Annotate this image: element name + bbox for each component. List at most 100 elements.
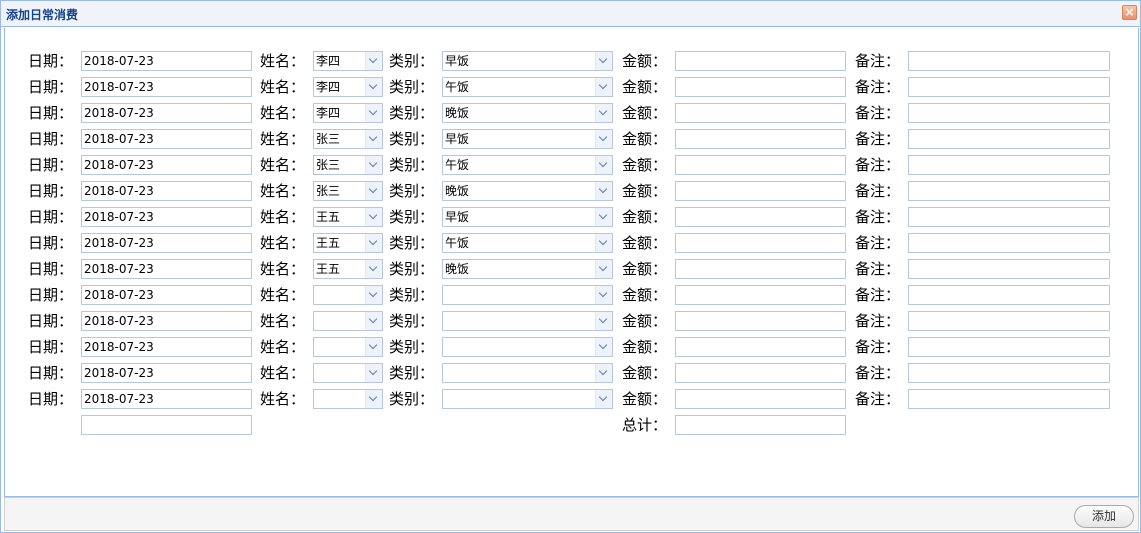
amount-field[interactable] [675, 51, 846, 71]
date-field[interactable]: 2018-07-23 [81, 103, 252, 123]
chevron-down-icon[interactable] [365, 78, 382, 96]
note-field[interactable] [908, 233, 1110, 253]
date-field[interactable]: 2018-07-23 [81, 363, 252, 383]
amount-field[interactable] [675, 285, 846, 305]
category-select[interactable]: 午饭 [442, 155, 613, 175]
date-field[interactable]: 2018-07-23 [81, 181, 252, 201]
name-select[interactable]: 李四 [313, 77, 383, 97]
chevron-down-icon[interactable] [595, 338, 612, 356]
chevron-down-icon[interactable] [365, 338, 382, 356]
category-select[interactable] [442, 389, 613, 409]
date-field[interactable]: 2018-07-23 [81, 389, 252, 409]
chevron-down-icon[interactable] [365, 208, 382, 226]
chevron-down-icon[interactable] [595, 390, 612, 408]
note-field[interactable] [908, 51, 1110, 71]
chevron-down-icon[interactable] [595, 364, 612, 382]
chevron-down-icon[interactable] [595, 156, 612, 174]
category-select[interactable]: 午饭 [442, 233, 613, 253]
chevron-down-icon[interactable] [365, 364, 382, 382]
chevron-down-icon[interactable] [595, 52, 612, 70]
chevron-down-icon[interactable] [365, 182, 382, 200]
note-field[interactable] [908, 103, 1110, 123]
chevron-down-icon[interactable] [365, 130, 382, 148]
chevron-down-icon[interactable] [595, 208, 612, 226]
amount-field[interactable] [675, 389, 846, 409]
amount-field[interactable] [675, 207, 846, 227]
category-select[interactable] [442, 311, 613, 331]
chevron-down-icon[interactable] [595, 312, 612, 330]
name-select[interactable] [313, 285, 383, 305]
chevron-down-icon[interactable] [365, 156, 382, 174]
amount-field[interactable] [675, 155, 846, 175]
date-field[interactable]: 2018-07-23 [81, 285, 252, 305]
note-field[interactable] [908, 77, 1110, 97]
category-select[interactable] [442, 337, 613, 357]
chevron-down-icon[interactable] [595, 78, 612, 96]
note-field[interactable] [908, 129, 1110, 149]
chevron-down-icon[interactable] [595, 234, 612, 252]
note-field[interactable] [908, 155, 1110, 175]
amount-field[interactable] [675, 259, 846, 279]
category-select[interactable]: 早饭 [442, 129, 613, 149]
chevron-down-icon[interactable] [595, 182, 612, 200]
chevron-down-icon[interactable] [365, 260, 382, 278]
amount-field[interactable] [675, 337, 846, 357]
chevron-down-icon[interactable] [365, 312, 382, 330]
note-field[interactable] [908, 285, 1110, 305]
name-select[interactable] [313, 311, 383, 331]
note-field[interactable] [908, 207, 1110, 227]
chevron-down-icon[interactable] [365, 234, 382, 252]
category-select[interactable] [442, 363, 613, 383]
date-field[interactable]: 2018-07-23 [81, 337, 252, 357]
chevron-down-icon[interactable] [365, 286, 382, 304]
amount-field[interactable] [675, 103, 846, 123]
name-select[interactable]: 王五 [313, 207, 383, 227]
date-field[interactable]: 2018-07-23 [81, 51, 252, 71]
date-field[interactable]: 2018-07-23 [81, 207, 252, 227]
note-field[interactable] [908, 337, 1110, 357]
add-button[interactable]: 添加 [1074, 505, 1134, 528]
amount-field[interactable] [675, 311, 846, 331]
name-select[interactable]: 李四 [313, 103, 383, 123]
chevron-down-icon[interactable] [595, 260, 612, 278]
chevron-down-icon[interactable] [595, 130, 612, 148]
name-select[interactable]: 张三 [313, 129, 383, 149]
note-field[interactable] [908, 311, 1110, 331]
chevron-down-icon[interactable] [365, 390, 382, 408]
name-select[interactable]: 王五 [313, 259, 383, 279]
chevron-down-icon[interactable] [365, 52, 382, 70]
note-field[interactable] [908, 363, 1110, 383]
note-field[interactable] [908, 259, 1110, 279]
category-select[interactable] [442, 285, 613, 305]
date-field[interactable]: 2018-07-23 [81, 155, 252, 175]
note-field[interactable] [908, 389, 1110, 409]
chevron-down-icon[interactable] [595, 286, 612, 304]
category-select[interactable]: 午饭 [442, 77, 613, 97]
name-select[interactable] [313, 389, 383, 409]
amount-field[interactable] [675, 181, 846, 201]
name-select[interactable]: 李四 [313, 51, 383, 71]
chevron-down-icon[interactable] [595, 104, 612, 122]
date-field[interactable]: 2018-07-23 [81, 233, 252, 253]
close-icon[interactable]: × [1122, 5, 1137, 20]
category-select[interactable]: 晚饭 [442, 259, 613, 279]
amount-field[interactable] [675, 129, 846, 149]
category-select[interactable]: 早饭 [442, 51, 613, 71]
amount-field[interactable] [675, 233, 846, 253]
chevron-down-icon[interactable] [365, 104, 382, 122]
amount-field[interactable] [675, 77, 846, 97]
date-field[interactable]: 2018-07-23 [81, 129, 252, 149]
note-field[interactable] [908, 181, 1110, 201]
summary-blank-field[interactable] [81, 415, 252, 435]
category-select[interactable]: 早饭 [442, 207, 613, 227]
date-field[interactable]: 2018-07-23 [81, 77, 252, 97]
amount-field[interactable] [675, 363, 846, 383]
total-field[interactable] [675, 415, 846, 435]
date-field[interactable]: 2018-07-23 [81, 259, 252, 279]
name-select[interactable] [313, 363, 383, 383]
name-select[interactable]: 王五 [313, 233, 383, 253]
category-select[interactable]: 晚饭 [442, 103, 613, 123]
name-select[interactable]: 张三 [313, 155, 383, 175]
name-select[interactable] [313, 337, 383, 357]
category-select[interactable]: 晚饭 [442, 181, 613, 201]
